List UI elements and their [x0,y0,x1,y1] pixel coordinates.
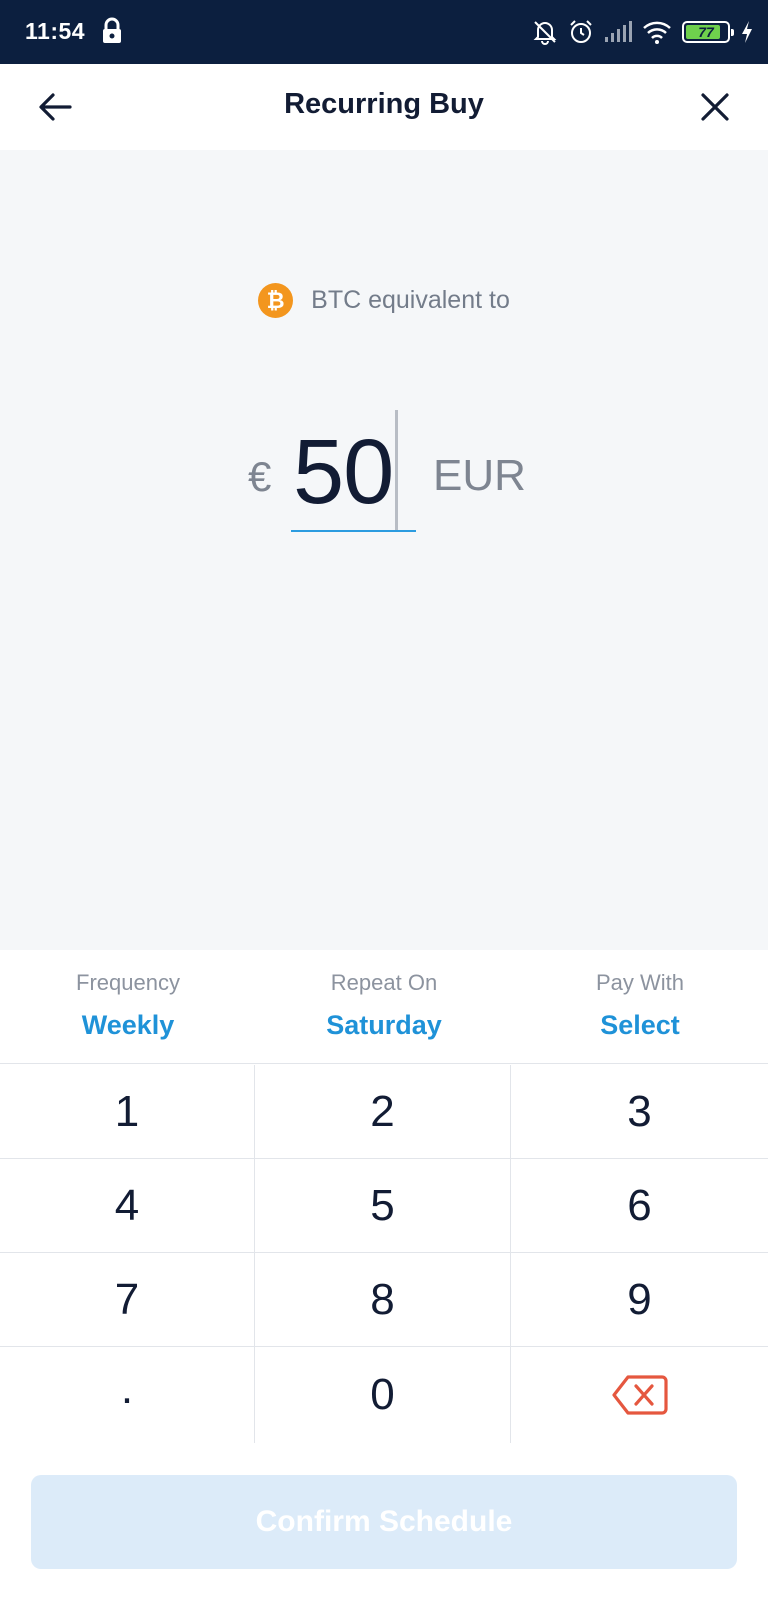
status-time: 11:54 [25,18,86,44]
repeat-on-label: Repeat On [330,970,438,995]
wifi-icon [643,21,671,44]
key-9[interactable]: 9 [511,1253,768,1347]
pay-with-value[interactable]: Select [512,1010,768,1041]
asset-label: BTC equivalent to [311,286,510,314]
key-decimal[interactable]: . [0,1347,255,1443]
key-4[interactable]: 4 [0,1159,255,1253]
key-3[interactable]: 3 [511,1065,768,1159]
repeat-on-value[interactable]: Saturday [256,1010,512,1041]
amount-input[interactable]: 50 [291,410,416,532]
status-icons: 77 [532,16,754,48]
amount-area: ₿ BTC equivalent to € 50 EUR [0,150,768,950]
key-6[interactable]: 6 [511,1159,768,1253]
page-title: Recurring Buy [284,88,484,120]
backspace-button[interactable] [511,1347,768,1443]
signal-icon [605,21,632,42]
frequency-value[interactable]: Weekly [0,1010,256,1041]
alarm-icon [570,20,592,43]
pay-with-option[interactable]: Pay With Select [512,950,768,1063]
amount-row: € 50 EUR [0,408,768,538]
key-7[interactable]: 7 [0,1253,255,1347]
notifications-off-icon [533,21,557,45]
confirm-schedule-button[interactable]: Confirm Schedule [31,1475,737,1569]
battery-icon: 77 [682,21,734,43]
key-0[interactable]: 0 [255,1347,511,1443]
header: Recurring Buy [0,64,768,150]
battery-level: 77 [698,24,714,40]
key-1[interactable]: 1 [0,1065,255,1159]
status-bar: 11:54 77 [0,0,768,64]
asset-row: ₿ BTC equivalent to [0,283,768,318]
currency-symbol: € [248,453,272,500]
text-caret [395,410,398,530]
numeric-keypad: 1 2 3 4 5 6 7 8 9 . 0 [0,1065,768,1443]
lock-icon [103,17,121,43]
battery-tip [731,29,734,36]
backspace-icon [611,1375,668,1415]
key-8[interactable]: 8 [255,1253,511,1347]
key-2[interactable]: 2 [255,1065,511,1159]
repeat-on-option[interactable]: Repeat On Saturday [256,950,512,1063]
schedule-options: Frequency Weekly Repeat On Saturday Pay … [0,950,768,1064]
frequency-label: Frequency [76,970,180,995]
currency-code: EUR [433,451,526,500]
key-5[interactable]: 5 [255,1159,511,1253]
frequency-option[interactable]: Frequency Weekly [0,950,256,1063]
btc-icon: ₿ [258,283,294,318]
charging-icon [742,21,752,43]
pay-with-label: Pay With [595,970,685,995]
amount-value: 50 [293,421,394,523]
close-button[interactable] [690,82,740,132]
close-icon [701,93,729,121]
